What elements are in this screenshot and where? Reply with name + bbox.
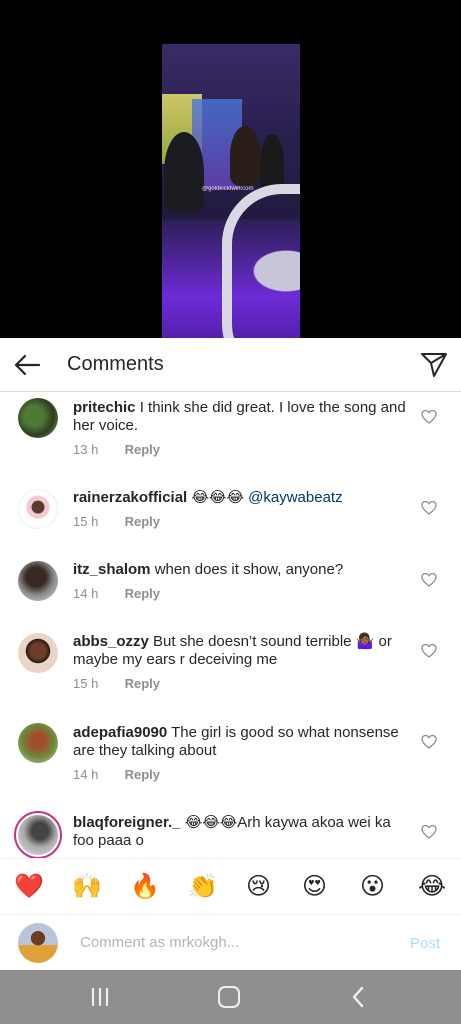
video-judge-1 [164,132,204,212]
heart-outline-icon[interactable] [421,572,437,588]
avatar[interactable] [18,398,58,438]
emoji-surprised-button[interactable]: 😮 [360,871,385,901]
comment-username[interactable]: adepafia9090 [73,724,167,741]
comment-time: 15 h [73,676,99,691]
avatar[interactable] [18,489,58,529]
avatar[interactable] [14,811,62,858]
reply-button[interactable]: Reply [125,767,160,782]
heart-outline-icon[interactable] [421,409,437,425]
heart-outline-icon[interactable] [421,643,437,659]
system-nav-bar [0,970,461,1024]
comment-compose-bar: Comment as mrkokgh... Post [0,914,461,970]
heart-outline-icon[interactable] [421,500,437,516]
emoji-heart-button[interactable]: ❤️ [14,871,44,901]
page-title: Comments [67,353,164,375]
emoji-fire-button[interactable]: 🔥 [130,871,160,901]
comment-time: 14 h [73,767,99,782]
emoji-raised-hands-button[interactable]: 🙌 [72,871,102,901]
comments-header: Comments [0,338,461,392]
post-button[interactable]: Post [410,935,440,952]
emoji-quick-bar: ❤️ 🙌 🔥 👏 😢 😍 😮 😂 [0,858,461,914]
comment-mention[interactable]: @kaywabeatz [248,489,342,506]
comment-username[interactable]: rainerzakofficial [73,489,187,506]
home-icon[interactable] [218,986,240,1008]
arrow-left-icon[interactable] [12,351,42,379]
emoji-heart-eyes-button[interactable]: 😍 [302,871,327,901]
avatar[interactable] [18,633,58,673]
video-area[interactable]: @goldkicktwin.com [0,0,461,338]
paper-plane-icon[interactable] [419,350,449,378]
emoji-crying-button[interactable]: 😢 [246,871,271,901]
reply-button[interactable]: Reply [125,442,160,457]
emoji-clap-button[interactable]: 👏 [188,871,218,901]
comment-input[interactable]: Comment as mrkokgh... [80,934,239,951]
heart-outline-icon[interactable] [421,734,437,750]
video-desk-ring [222,184,300,338]
current-user-avatar [18,923,58,963]
reply-button[interactable]: Reply [125,676,160,691]
video-watermark: @goldkicktwin.com [202,186,254,192]
chevron-left-icon[interactable] [350,986,366,1008]
comment-username[interactable]: pritechic [73,399,136,416]
reply-button[interactable]: Reply [125,514,160,529]
reply-button[interactable]: Reply [125,586,160,601]
comment-text: 😂😂😂 [191,489,244,506]
comment-time: 15 h [73,514,99,529]
emoji-laughing-button[interactable]: 😂 [418,871,446,901]
video-player[interactable]: @goldkicktwin.com [162,44,300,338]
comment-text: when does it show, anyone? [154,561,344,578]
comment-time: 14 h [73,586,99,601]
heart-outline-icon[interactable] [421,824,437,840]
comment-username[interactable]: itz_shalom [73,561,151,578]
comments-list[interactable]: pritechic I think she did great. I love … [0,392,461,858]
comment-time: 13 h [73,442,99,457]
video-judge-2 [230,126,260,186]
comment-username[interactable]: abbs_ozzy [73,633,149,650]
recent-apps-icon[interactable] [90,987,110,1007]
comment-username[interactable]: blaqforeigner._ [73,814,181,831]
avatar[interactable] [18,723,58,763]
avatar[interactable] [18,561,58,601]
